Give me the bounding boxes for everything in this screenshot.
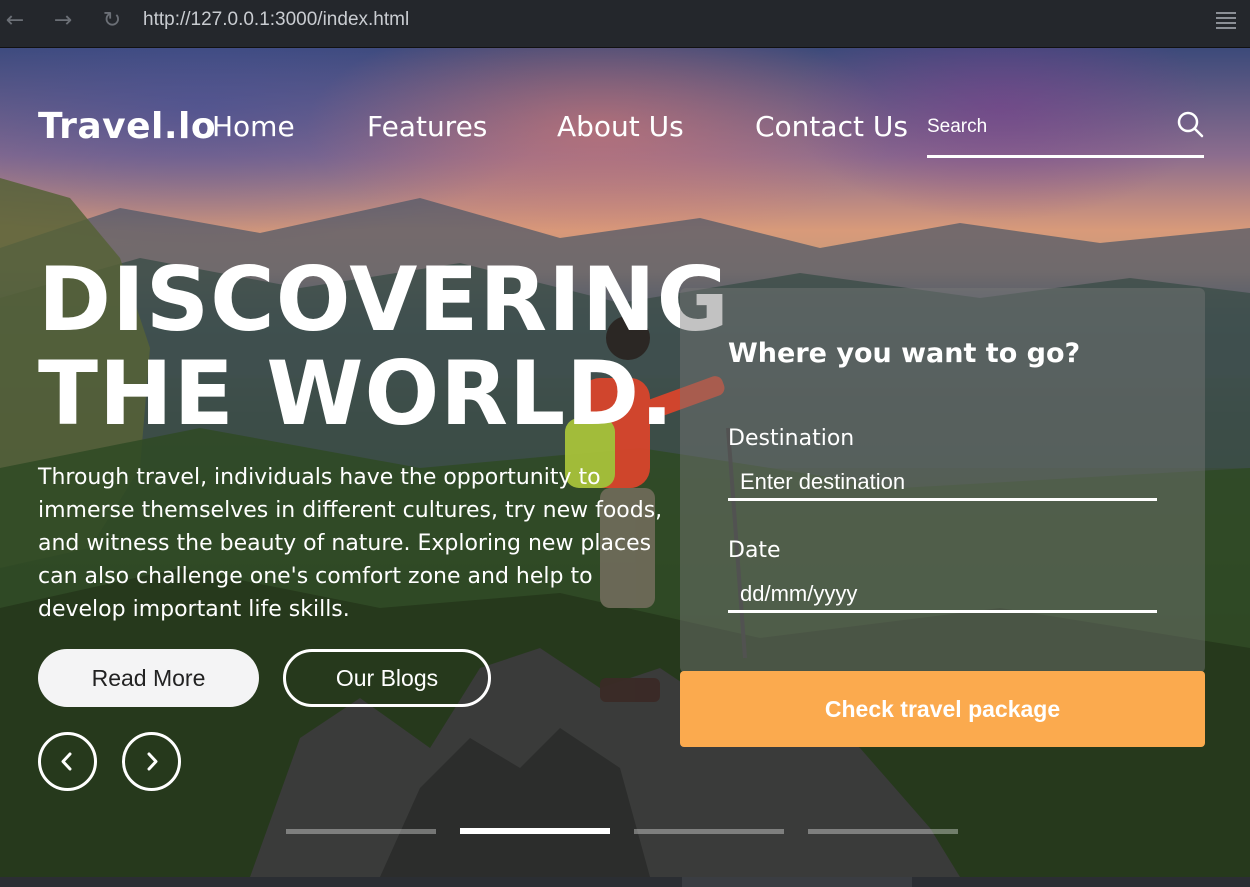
previous-slide-button[interactable] (38, 732, 97, 791)
our-blogs-button[interactable]: Our Blogs (283, 649, 491, 707)
status-bar (0, 877, 1250, 887)
slide-indicator-1[interactable] (286, 829, 436, 834)
hero-headline-line-1: DISCOVERING (38, 248, 730, 351)
forward-arrow-icon[interactable]: → (48, 7, 78, 37)
search-icon[interactable] (1176, 110, 1204, 138)
slide-indicator-4[interactable] (808, 829, 958, 834)
slide-indicator-3[interactable] (634, 829, 784, 834)
hero-headline: DISCOVERING THE WORLD. (38, 253, 730, 441)
nav-link-home[interactable]: Home (212, 110, 295, 143)
next-slide-button[interactable] (122, 732, 181, 791)
status-bar-segment (682, 877, 912, 887)
reload-icon[interactable]: ↻ (97, 7, 127, 37)
date-label: Date (728, 538, 781, 563)
check-travel-package-button[interactable]: Check travel package (680, 671, 1205, 747)
site-logo[interactable]: Travel.lo (38, 106, 216, 147)
nav-link-contact-us[interactable]: Contact Us (755, 110, 908, 143)
destination-input[interactable] (728, 465, 1157, 501)
destination-label: Destination (728, 426, 855, 451)
read-more-button[interactable]: Read More (38, 649, 259, 707)
hamburger-menu-icon[interactable] (1216, 12, 1236, 30)
search-input[interactable] (927, 110, 1157, 144)
browser-toolbar: ← → ↻ http://127.0.0.1:3000/index.html (0, 0, 1250, 48)
nav-link-about-us[interactable]: About Us (557, 110, 684, 143)
nav-link-features[interactable]: Features (367, 110, 487, 143)
booking-panel-title: Where you want to go? (728, 338, 1081, 369)
search-bar (927, 110, 1204, 158)
hero-section: Travel.lo Home Features About Us Contact… (0, 48, 1250, 877)
chevron-left-icon (61, 752, 72, 771)
date-input[interactable] (728, 577, 1157, 613)
back-arrow-icon[interactable]: ← (0, 7, 30, 37)
booking-panel: Where you want to go? Destination Date (680, 288, 1205, 673)
slide-indicator-2[interactable] (460, 828, 610, 834)
hero-headline-line-2: THE WORLD. (38, 342, 675, 445)
chevron-right-icon (147, 752, 158, 771)
address-bar[interactable]: http://127.0.0.1:3000/index.html (143, 9, 409, 31)
hero-description: Through travel, individuals have the opp… (38, 465, 663, 622)
